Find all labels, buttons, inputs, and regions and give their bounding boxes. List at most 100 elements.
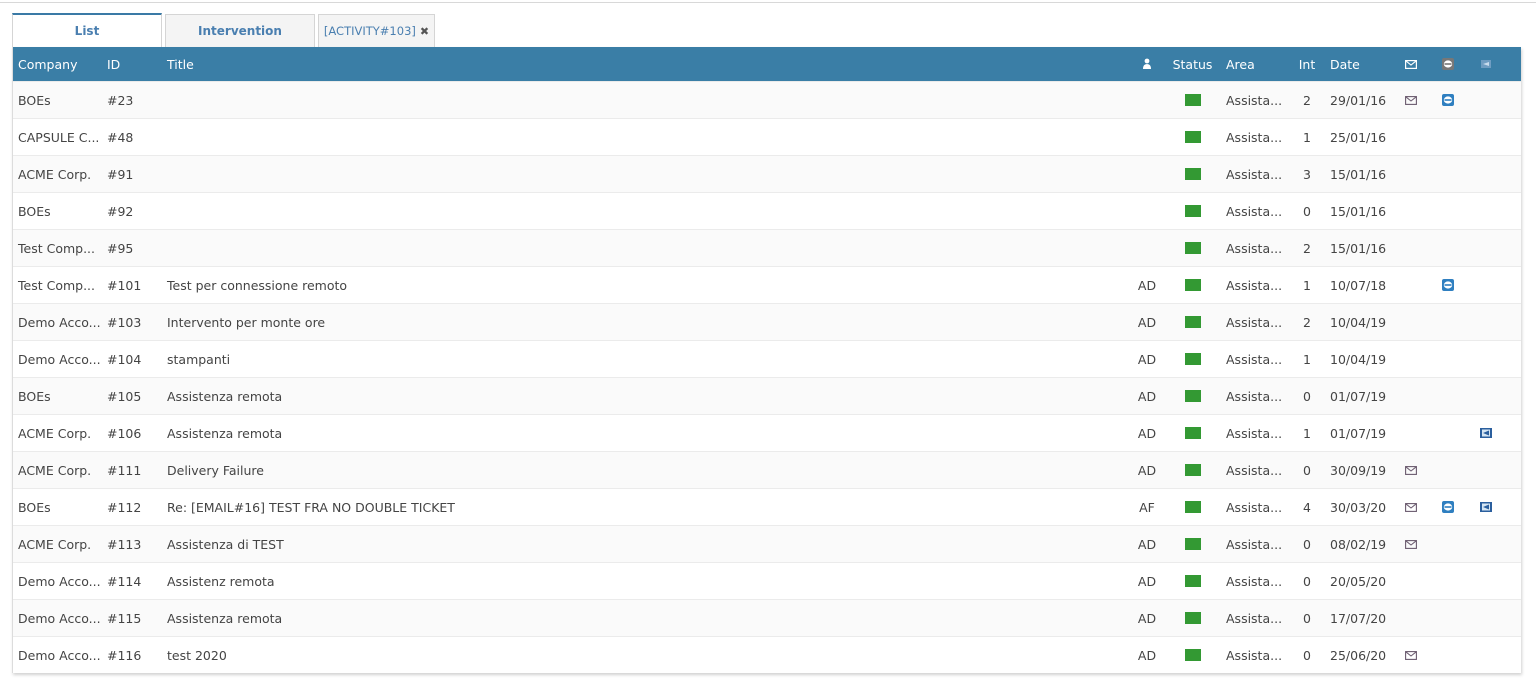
cell-title: Delivery Failure (167, 462, 264, 478)
table-row[interactable]: BOEs #112 Re: [EMAIL#16] TEST FRA NO DOU… (13, 488, 1521, 525)
cell-company: Demo Acco... (18, 610, 101, 626)
cell-id: #113 (107, 536, 142, 552)
table-row[interactable]: Demo Acco... #115 Assistenza remota AD A… (13, 599, 1521, 636)
cell-company: Test Comp... (18, 277, 95, 293)
cell-int: 1 (1303, 425, 1311, 441)
cell-date: 30/03/20 (1330, 499, 1387, 515)
cell-status (1167, 353, 1218, 365)
cell-user: AD (1137, 388, 1157, 404)
user-icon (1143, 58, 1151, 69)
cell-area: Assista... (1226, 351, 1282, 367)
table-row[interactable]: CAPSULE C... #48 Assista... 1 25/01/16 (13, 118, 1521, 155)
status-indicator (1184, 575, 1201, 587)
remote-session-icon[interactable] (1442, 501, 1454, 513)
cell-date: 29/01/16 (1330, 92, 1387, 108)
col-header-area[interactable]: Area (1218, 57, 1282, 72)
tab-activity-103[interactable]: [ACTIVITY#103] ✖ (318, 14, 435, 47)
cell-area: Assista... (1226, 425, 1282, 441)
cell-date: 08/02/19 (1330, 536, 1387, 552)
cell-status (1167, 390, 1218, 402)
status-indicator (1184, 649, 1201, 661)
activity-table: Company ID Title Status Area Int Date BO… (12, 47, 1521, 673)
cell-area: Assista... (1226, 92, 1282, 108)
cell-area: Assista... (1226, 536, 1282, 552)
cell-user: AD (1137, 536, 1157, 552)
tab-list[interactable]: List (12, 13, 162, 47)
table-row[interactable]: Test Comp... #101 Test per connessione r… (13, 266, 1521, 303)
cell-area: Assista... (1226, 647, 1282, 663)
col-header-title[interactable]: Title (162, 57, 1127, 72)
cell-id: #105 (107, 388, 142, 404)
col-header-int[interactable]: Int (1282, 57, 1322, 72)
table-row[interactable]: ACME Corp. #91 Assista... 3 15/01/16 (13, 155, 1521, 192)
cell-status (1167, 168, 1218, 180)
table-row[interactable]: ACME Corp. #111 Delivery Failure AD Assi… (13, 451, 1521, 488)
tab-intervention[interactable]: Intervention (165, 14, 315, 47)
tab-list-label: List (74, 24, 100, 38)
cell-int: 3 (1303, 166, 1311, 182)
col-header-remote-desktop[interactable] (1466, 58, 1506, 70)
cell-id: #114 (107, 573, 142, 589)
cell-user: AD (1137, 647, 1157, 663)
cell-int: 0 (1303, 536, 1311, 552)
cell-area: Assista... (1226, 573, 1282, 589)
status-indicator (1184, 353, 1201, 365)
col-header-remote-session[interactable] (1430, 58, 1466, 70)
status-indicator (1184, 131, 1201, 143)
cell-id: #111 (107, 462, 142, 478)
cell-remote-session (1430, 501, 1466, 513)
status-indicator (1184, 501, 1201, 513)
mail-icon[interactable] (1405, 502, 1417, 512)
cell-id: #95 (107, 240, 134, 256)
table-row[interactable]: Demo Acco... #114 Assistenz remota AD As… (13, 562, 1521, 599)
remote-desktop-icon[interactable] (1479, 501, 1493, 513)
table-row[interactable]: Demo Acco... #116 test 2020 AD Assista..… (13, 636, 1521, 673)
table-row[interactable]: BOEs #105 Assistenza remota AD Assista..… (13, 377, 1521, 414)
col-header-date[interactable]: Date (1322, 57, 1392, 72)
cell-company: Demo Acco... (18, 314, 101, 330)
cell-remote-session (1430, 279, 1466, 291)
cell-area: Assista... (1226, 499, 1282, 515)
tab-bar: List Intervention [ACTIVITY#103] ✖ (12, 13, 438, 47)
mail-icon[interactable] (1405, 539, 1417, 549)
col-header-id[interactable]: ID (102, 57, 162, 72)
cell-title: Assistenz remota (167, 573, 275, 589)
cell-status (1167, 575, 1218, 587)
cell-remote-session (1430, 94, 1466, 106)
table-row[interactable]: Demo Acco... #103 Intervento per monte o… (13, 303, 1521, 340)
remote-session-icon[interactable] (1442, 94, 1454, 106)
table-row[interactable]: ACME Corp. #113 Assistenza di TEST AD As… (13, 525, 1521, 562)
table-body: BOEs #23 Assista... 2 29/01/16 CAPSULE C… (13, 81, 1521, 673)
cell-id: #112 (107, 499, 142, 515)
cell-int: 0 (1303, 610, 1311, 626)
table-row[interactable]: ACME Corp. #106 Assistenza remota AD Ass… (13, 414, 1521, 451)
cell-status (1167, 279, 1218, 291)
remote-session-icon[interactable] (1442, 279, 1454, 291)
col-header-user[interactable] (1127, 57, 1167, 72)
mail-icon[interactable] (1405, 650, 1417, 660)
remote-desktop-icon[interactable] (1479, 427, 1493, 439)
table-row[interactable]: BOEs #92 Assista... 0 15/01/16 (13, 192, 1521, 229)
cell-date: 15/01/16 (1330, 166, 1387, 182)
mail-icon[interactable] (1405, 465, 1417, 475)
cell-date: 01/07/19 (1330, 388, 1387, 404)
mail-icon[interactable] (1405, 95, 1417, 105)
cell-status (1167, 131, 1218, 143)
table-row[interactable]: Demo Acco... #104 stampanti AD Assista..… (13, 340, 1521, 377)
cell-company: Demo Acco... (18, 647, 101, 663)
close-tab-icon[interactable]: ✖ (420, 25, 429, 38)
cell-title: Assistenza remota (167, 610, 283, 626)
cell-id: #104 (107, 351, 142, 367)
status-indicator (1184, 94, 1201, 106)
table-row[interactable]: Test Comp... #95 Assista... 2 15/01/16 (13, 229, 1521, 266)
status-indicator (1184, 390, 1201, 402)
col-header-status[interactable]: Status (1167, 57, 1218, 72)
col-header-company[interactable]: Company (13, 57, 102, 72)
table-row[interactable]: BOEs #23 Assista... 2 29/01/16 (13, 81, 1521, 118)
mail-icon (1405, 59, 1417, 69)
cell-id: #103 (107, 314, 142, 330)
cell-int: 2 (1303, 92, 1311, 108)
col-header-mail[interactable] (1392, 59, 1430, 69)
cell-company: Test Comp... (18, 240, 95, 256)
remote-session-icon (1442, 58, 1454, 70)
